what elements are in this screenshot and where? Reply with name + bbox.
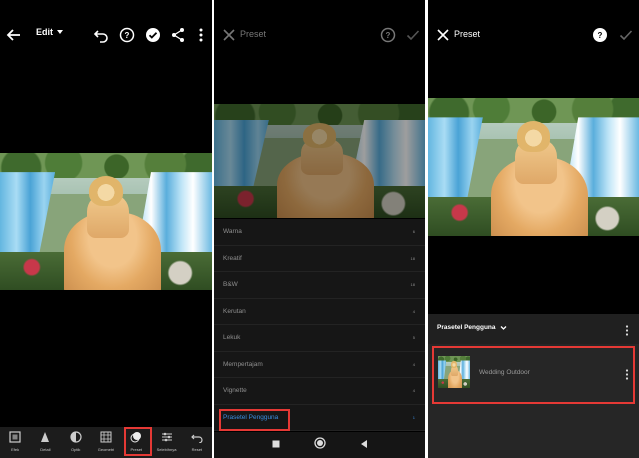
category-count: 18	[410, 282, 415, 288]
preset-category-item[interactable]: Kreatif 18	[214, 245, 425, 272]
category-label: Kreatif	[223, 254, 242, 262]
tool-label: Selebihnya	[156, 447, 177, 452]
preset-highlight-box	[124, 427, 152, 456]
user-presets-highlight-box	[219, 409, 290, 431]
category-label: Mempertajam	[223, 360, 263, 368]
tool-reset[interactable]: Reset	[184, 431, 210, 452]
preset-category-list: Warna 6 Kreatif 18 B&W 18 Kerutan 4 Leku…	[214, 219, 425, 431]
back-triangle-icon[interactable]	[359, 436, 369, 454]
top-bar: Edit ?	[0, 0, 212, 70]
tool-more[interactable]: Selebihnya	[154, 431, 180, 452]
category-label: Kerutan	[223, 307, 246, 315]
category-count: 4	[412, 308, 415, 314]
help-icon[interactable]: ?	[379, 26, 397, 44]
category-count: 6	[412, 229, 415, 235]
close-icon[interactable]	[220, 26, 238, 44]
photo-preview[interactable]	[428, 98, 639, 236]
more-vertical-icon[interactable]	[624, 323, 630, 341]
preset-group-label: Prasetel Pengguna	[437, 324, 496, 331]
preset-category-item[interactable]: B&W 18	[214, 272, 425, 299]
photo-preview[interactable]	[214, 104, 425, 218]
checkmark-icon[interactable]	[617, 26, 635, 44]
preset-category-item[interactable]: Mempertajam 4	[214, 351, 425, 378]
svg-text:?: ?	[125, 31, 130, 40]
preset-item-highlight-box	[432, 346, 635, 404]
category-count: 5	[412, 335, 415, 341]
edit-mode-label: Edit	[36, 27, 53, 37]
check-circle-icon[interactable]	[144, 26, 162, 44]
close-icon[interactable]	[434, 26, 452, 44]
checkmark-icon[interactable]	[404, 26, 422, 44]
help-icon[interactable]: ?	[591, 26, 609, 44]
chevron-down-icon	[500, 325, 506, 330]
photo-preview[interactable]	[0, 153, 212, 290]
category-label: Lekuk	[223, 334, 241, 342]
svg-text:?: ?	[386, 31, 391, 40]
tool-optics[interactable]: Optik	[63, 431, 89, 452]
preset-list-screen: Preset ? Warna 6 Kreatif 18 B&W 18 Kerut…	[214, 0, 425, 458]
home-icon[interactable]	[313, 436, 326, 454]
screen-title: Preset	[454, 29, 481, 39]
category-label: Warna	[223, 228, 242, 236]
svg-text:?: ?	[598, 31, 603, 40]
reset-icon	[190, 431, 203, 443]
preset-category-item[interactable]: Kerutan 4	[214, 298, 425, 325]
tool-geometry[interactable]: Geometri	[93, 431, 119, 452]
undo-icon[interactable]	[92, 26, 110, 44]
category-label: B&W	[223, 281, 238, 289]
effects-icon	[9, 431, 21, 443]
recents-icon[interactable]	[271, 436, 281, 454]
preset-category-item[interactable]: Lekuk 5	[214, 325, 425, 352]
category-count: 18	[410, 255, 415, 261]
geometry-icon	[100, 431, 112, 443]
tool-label: Geometri	[97, 447, 115, 452]
tool-detail[interactable]: Detail	[32, 431, 58, 452]
tool-label: Detail	[40, 447, 51, 452]
chevron-down-icon	[57, 30, 63, 34]
preset-group-dropdown[interactable]: Prasetel Pengguna	[437, 324, 507, 331]
preset-category-item[interactable]: Vignette 4	[214, 378, 425, 405]
more-icon	[161, 431, 173, 443]
share-icon[interactable]	[169, 26, 187, 44]
category-label: Vignette	[223, 387, 247, 395]
category-count: 4	[412, 388, 415, 394]
android-nav-bar	[214, 432, 425, 458]
more-vertical-icon[interactable]	[192, 26, 210, 44]
edit-screen: Edit ? Efek Detail Optik Geometri Preset…	[0, 0, 212, 458]
tool-label: Reset	[191, 447, 203, 452]
top-bar: Preset ?	[428, 0, 639, 70]
tool-label: Efek	[11, 447, 20, 452]
edit-mode-dropdown[interactable]: Edit	[36, 27, 63, 37]
tool-effects[interactable]: Efek	[2, 431, 28, 452]
tool-label: Optik	[71, 447, 81, 452]
back-arrow-icon[interactable]	[5, 26, 23, 44]
preset-group-header: Prasetel Pengguna	[428, 314, 639, 344]
preset-category-item[interactable]: Warna 6	[214, 219, 425, 246]
user-presets-screen: Preset ? Prasetel Pengguna Wedding Outdo…	[428, 0, 639, 458]
category-count: 4	[412, 361, 415, 367]
category-count: 1	[412, 414, 415, 420]
edit-toolbar: Efek Detail Optik Geometri Preset Selebi…	[0, 427, 212, 458]
detail-icon	[39, 431, 51, 443]
top-bar: Preset ?	[214, 0, 425, 70]
optics-icon	[70, 431, 82, 443]
screen-title: Preset	[240, 29, 267, 39]
help-icon[interactable]: ?	[118, 26, 136, 44]
